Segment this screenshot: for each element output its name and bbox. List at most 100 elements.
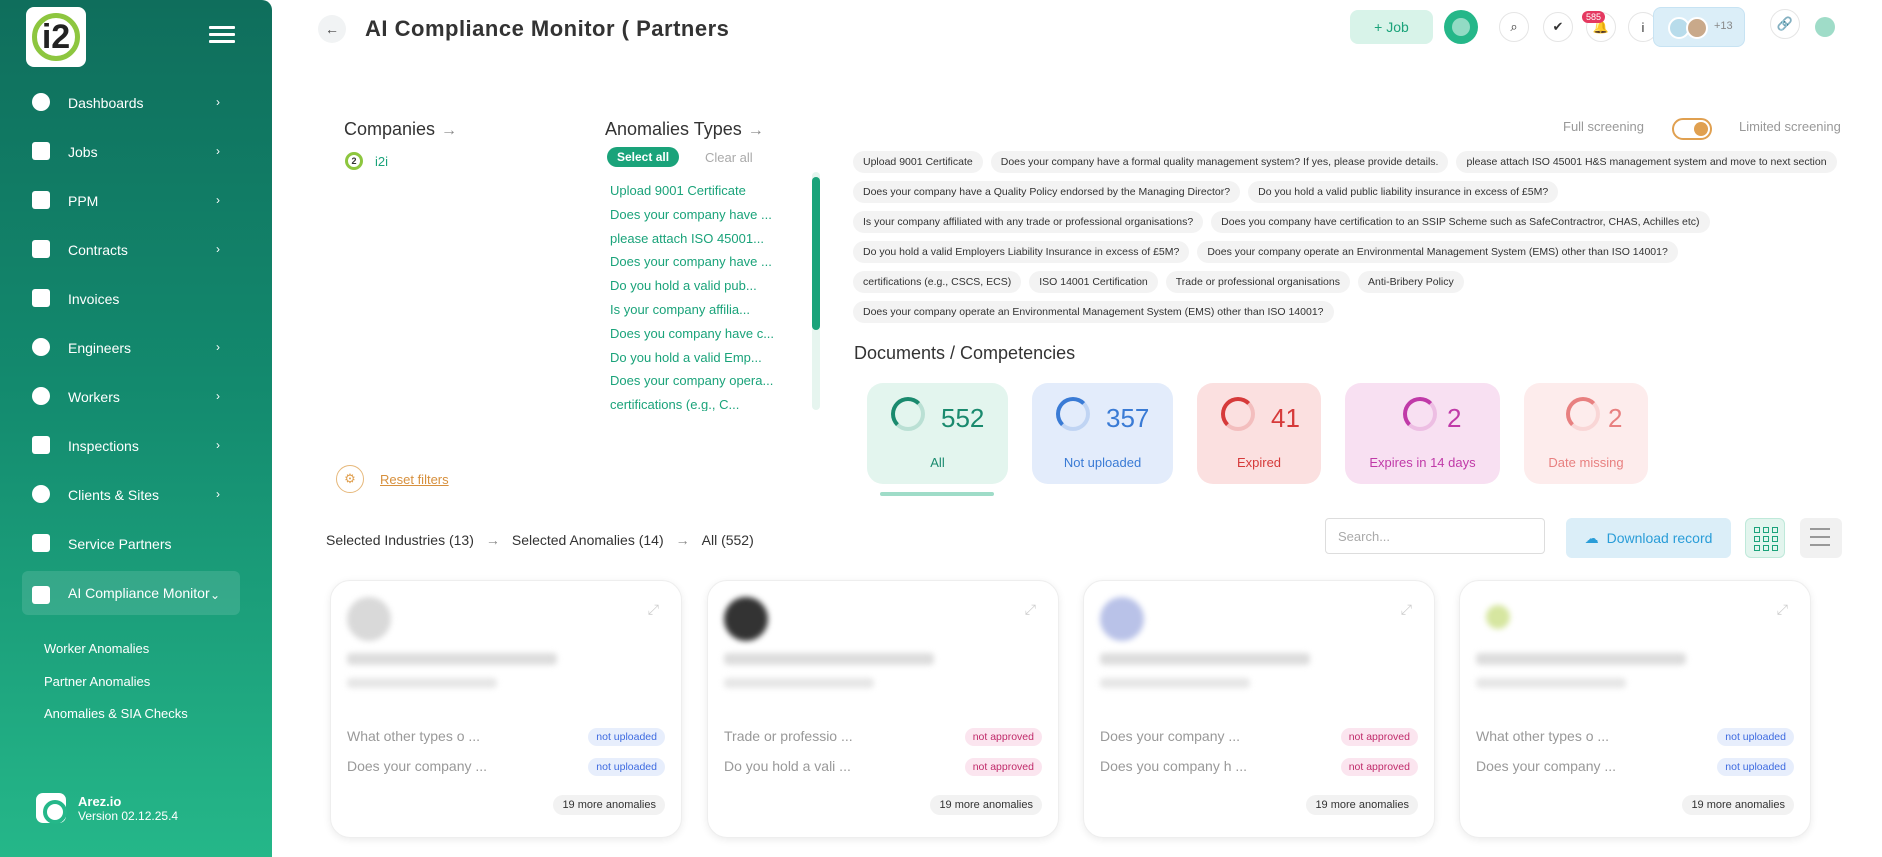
more-anomalies-badge[interactable]: 19 more anomalies — [553, 795, 665, 815]
sidebar-item-service-partners[interactable]: Service Partners — [22, 519, 240, 568]
download-record-button[interactable]: ☁ Download record — [1566, 518, 1731, 558]
expand-icon[interactable]: ⤢ — [1777, 601, 1788, 618]
building-icon — [32, 436, 50, 454]
progress-ring-icon — [1403, 397, 1437, 431]
expand-icon[interactable]: ⤢ — [1401, 601, 1412, 618]
check-icon[interactable]: ✔ — [1543, 12, 1573, 42]
sidebar-item-inspections[interactable]: Inspections › — [22, 421, 240, 470]
arrow-right-icon: → — [675, 532, 690, 548]
anomaly-chip[interactable]: ISO 14001 Certification — [1029, 271, 1158, 293]
anomaly-type-item[interactable]: Do you hold a valid pub... — [610, 278, 780, 302]
sidebar-subitem-anomalies-sia[interactable]: Anomalies & SIA Checks — [44, 703, 188, 736]
sidebar-item-clients-sites[interactable]: Clients & Sites › — [22, 470, 240, 519]
anomaly-chip[interactable]: certifications (e.g., CSCS, ECS) — [853, 271, 1022, 293]
filter-reset-icon: ⚙ — [336, 465, 364, 493]
anomaly-chip[interactable]: Anti-Bribery Policy — [1357, 271, 1464, 293]
partner-card[interactable]: ⤢ Does your company ... not approved Does… — [1083, 580, 1435, 838]
anomaly-type-item[interactable]: Upload 9001 Certificate — [610, 183, 780, 207]
anomaly-chip[interactable]: Do you hold a valid public liability ins… — [1248, 181, 1559, 203]
expand-icon[interactable]: ⤢ — [1025, 601, 1036, 618]
sidebar-item-dashboards[interactable]: Dashboards › — [22, 78, 240, 127]
expand-icon[interactable]: ⤢ — [648, 601, 659, 618]
brand-name: Arez.io — [78, 793, 122, 809]
status-badge: not uploaded — [1717, 728, 1794, 746]
select-all-button[interactable]: Select all — [607, 147, 680, 167]
anomaly-type-item[interactable]: Does your company have ... — [610, 254, 780, 278]
anomaly-question: Does your company ... — [1100, 728, 1241, 744]
progress-ring-icon — [891, 397, 925, 431]
sidebar-item-workers[interactable]: Workers › — [22, 372, 240, 421]
more-anomalies-badge[interactable]: 19 more anomalies — [930, 795, 1042, 815]
anomaly-type-item[interactable]: Does you company have c... — [610, 326, 780, 350]
anomalies-types-heading[interactable]: Anomalies Types → — [605, 119, 764, 140]
status-count: 41 — [1271, 403, 1300, 433]
anomaly-chip[interactable]: Does your company operate an Environment… — [1197, 241, 1678, 263]
reset-filters-link[interactable]: Reset filters — [380, 472, 449, 487]
status-card-not-uploaded[interactable]: 357 Not uploaded — [1032, 383, 1173, 484]
partner-name-blurred — [1100, 653, 1310, 665]
partner-email-blurred — [724, 678, 874, 688]
anomaly-chip[interactable]: Trade or professional organisations — [1165, 271, 1350, 293]
search-icon[interactable]: ⌕ — [1499, 12, 1529, 42]
sidebar-item-contracts[interactable]: Contracts › — [22, 225, 240, 274]
anomaly-chip[interactable]: please attach ISO 45001 H&S management s… — [1456, 151, 1837, 173]
anomalies-title: Anomalies Types — [605, 119, 742, 139]
anomaly-chip[interactable]: Upload 9001 Certificate — [853, 151, 983, 173]
chevron-down-icon: ⌄ — [209, 588, 220, 602]
status-card-expires-14-days[interactable]: 2 Expires in 14 days — [1345, 383, 1500, 484]
anomaly-chip[interactable]: Does your company operate an Environment… — [853, 301, 1334, 323]
partner-card[interactable]: ⤢ What other types o ... not uploaded Doe… — [330, 580, 682, 838]
anomaly-type-item[interactable]: Does your company opera... — [610, 373, 780, 397]
anomaly-chip[interactable]: Do you hold a valid Employers Liability … — [853, 241, 1190, 263]
crumb-industries[interactable]: Selected Industries (13) — [326, 532, 474, 548]
anomaly-chip[interactable]: Does your company have a formal quality … — [990, 151, 1449, 173]
more-anomalies-badge[interactable]: 19 more anomalies — [1306, 795, 1418, 815]
sidebar-item-engineers[interactable]: Engineers › — [22, 323, 240, 372]
version-info: Arez.io Version 02.12.25.4 — [36, 793, 178, 824]
list-view-icon[interactable] — [1800, 518, 1842, 558]
app-logo[interactable]: i2 — [26, 7, 86, 67]
anomaly-question: Trade or professio ... — [724, 728, 853, 744]
crumb-anomalies[interactable]: Selected Anomalies (14) — [512, 532, 664, 548]
status-card-expired[interactable]: 41 Expired — [1197, 383, 1321, 484]
back-arrow-icon[interactable]: ← — [318, 15, 346, 43]
anomaly-chip[interactable]: Is your company affiliated with any trad… — [853, 211, 1204, 233]
anomaly-type-item[interactable]: please attach ISO 45001... — [610, 231, 780, 255]
sidebar-item-invoices[interactable]: Invoices — [22, 274, 240, 323]
sidebar-subitem-worker-anomalies[interactable]: Worker Anomalies — [44, 638, 188, 671]
search-input[interactable]: Search... — [1325, 518, 1545, 554]
crumb-all[interactable]: All (552) — [702, 532, 754, 548]
arrow-right-icon: → — [485, 532, 500, 548]
grid-view-icon[interactable] — [1745, 518, 1785, 558]
company-item-i2i[interactable]: 2 i2i — [345, 152, 388, 170]
sidebar-subitem-partner-anomalies[interactable]: Partner Anomalies — [44, 671, 188, 704]
companies-heading[interactable]: Companies → — [344, 119, 457, 140]
status-badge: not uploaded — [588, 758, 665, 776]
app-switcher-icon[interactable] — [1444, 10, 1478, 44]
link-icon[interactable]: 🔗 — [1770, 9, 1800, 39]
status-card-all[interactable]: 552 All — [867, 383, 1008, 484]
sidebar-item-ai-compliance-monitor[interactable]: AI Compliance Monitor ⌄ — [22, 571, 240, 615]
status-card-date-missing[interactable]: 2 Date missing — [1524, 383, 1648, 484]
anomaly-type-item[interactable]: Is your company affilia... — [610, 302, 780, 326]
more-anomalies-badge[interactable]: 19 more anomalies — [1682, 795, 1794, 815]
clear-all-button[interactable]: Clear all — [705, 150, 753, 165]
anomaly-type-item[interactable]: certifications (e.g., C... — [610, 397, 780, 411]
team-avatars[interactable]: +13 — [1653, 7, 1745, 47]
apps-icon[interactable] — [1815, 17, 1835, 37]
sidebar-item-jobs[interactable]: Jobs › — [22, 127, 240, 176]
screening-toggle[interactable] — [1672, 118, 1712, 140]
partner-card[interactable]: ⤢ What other types o ... not uploaded Doe… — [1459, 580, 1811, 838]
anomaly-type-item[interactable]: Does your company have ... — [610, 207, 780, 231]
collapse-menu-icon[interactable] — [209, 26, 235, 48]
partner-card[interactable]: ⤢ Trade or professio ... not approved Do … — [707, 580, 1059, 838]
reset-filters[interactable]: ⚙ Reset filters — [336, 465, 449, 493]
anomaly-chip[interactable]: Does you company have certification to a… — [1211, 211, 1710, 233]
anomaly-type-item[interactable]: Do you hold a valid Emp... — [610, 350, 780, 374]
add-job-button[interactable]: + Job — [1350, 10, 1433, 44]
sidebar-item-ppm[interactable]: PPM › — [22, 176, 240, 225]
scrollbar-thumb[interactable] — [812, 177, 820, 330]
anomaly-question: What other types o ... — [1476, 728, 1610, 744]
anomaly-chip[interactable]: Does your company have a Quality Policy … — [853, 181, 1241, 203]
progress-ring-icon — [1056, 397, 1090, 431]
